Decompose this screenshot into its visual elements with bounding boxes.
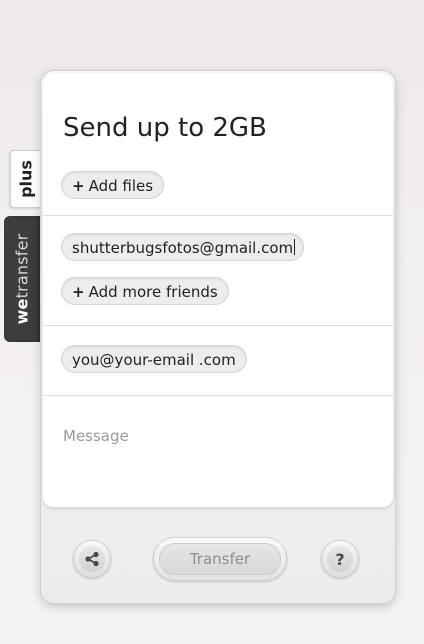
wetransfer-tab-label: wetransfer — [13, 234, 32, 325]
add-friends-label: Add more friends — [88, 283, 218, 301]
divider — [43, 395, 393, 396]
plus-tab-label: plus — [16, 160, 36, 198]
recipient-email-field[interactable]: shutterbugsfotos@gmail.com — [61, 233, 305, 261]
wetransfer-page: plus wetransfer Send up to 2GB + Add file… — [0, 0, 424, 644]
add-files-label: Add files — [88, 177, 154, 195]
brand-bold: we — [12, 298, 32, 325]
sender-email-field[interactable]: you@your-email .com — [61, 345, 247, 373]
divider — [43, 325, 393, 326]
transfer-form: Send up to 2GB + Add files shutterbugsfot… — [43, 73, 393, 507]
add-files-button[interactable]: + Add files — [61, 171, 165, 199]
plus-tab[interactable]: plus — [10, 150, 41, 208]
text-caret — [294, 239, 296, 255]
form-title: Send up to 2GB — [63, 113, 267, 143]
transfer-button[interactable]: Transfer — [153, 537, 287, 581]
transfer-button-label: Transfer — [159, 543, 281, 575]
brand-rest: transfer — [12, 233, 32, 299]
recipient-email-value: shutterbugsfotos@gmail.com — [72, 239, 294, 257]
add-friends-plus: + — [72, 283, 85, 301]
divider — [43, 215, 393, 216]
help-icon: ? — [335, 549, 345, 569]
share-icon — [85, 551, 99, 567]
sender-email-value: you@your-email .com — [72, 351, 236, 369]
share-button[interactable] — [73, 540, 111, 578]
share-button-face — [79, 546, 105, 572]
add-files-plus: + — [72, 177, 85, 195]
message-field[interactable]: Message — [63, 427, 129, 445]
help-button[interactable]: ? — [321, 540, 359, 578]
add-friends-button[interactable]: + Add more friends — [61, 277, 229, 305]
help-button-face: ? — [327, 546, 353, 572]
transfer-card: Send up to 2GB + Add files shutterbugsfot… — [40, 70, 396, 604]
wetransfer-tab[interactable]: wetransfer — [4, 216, 40, 342]
